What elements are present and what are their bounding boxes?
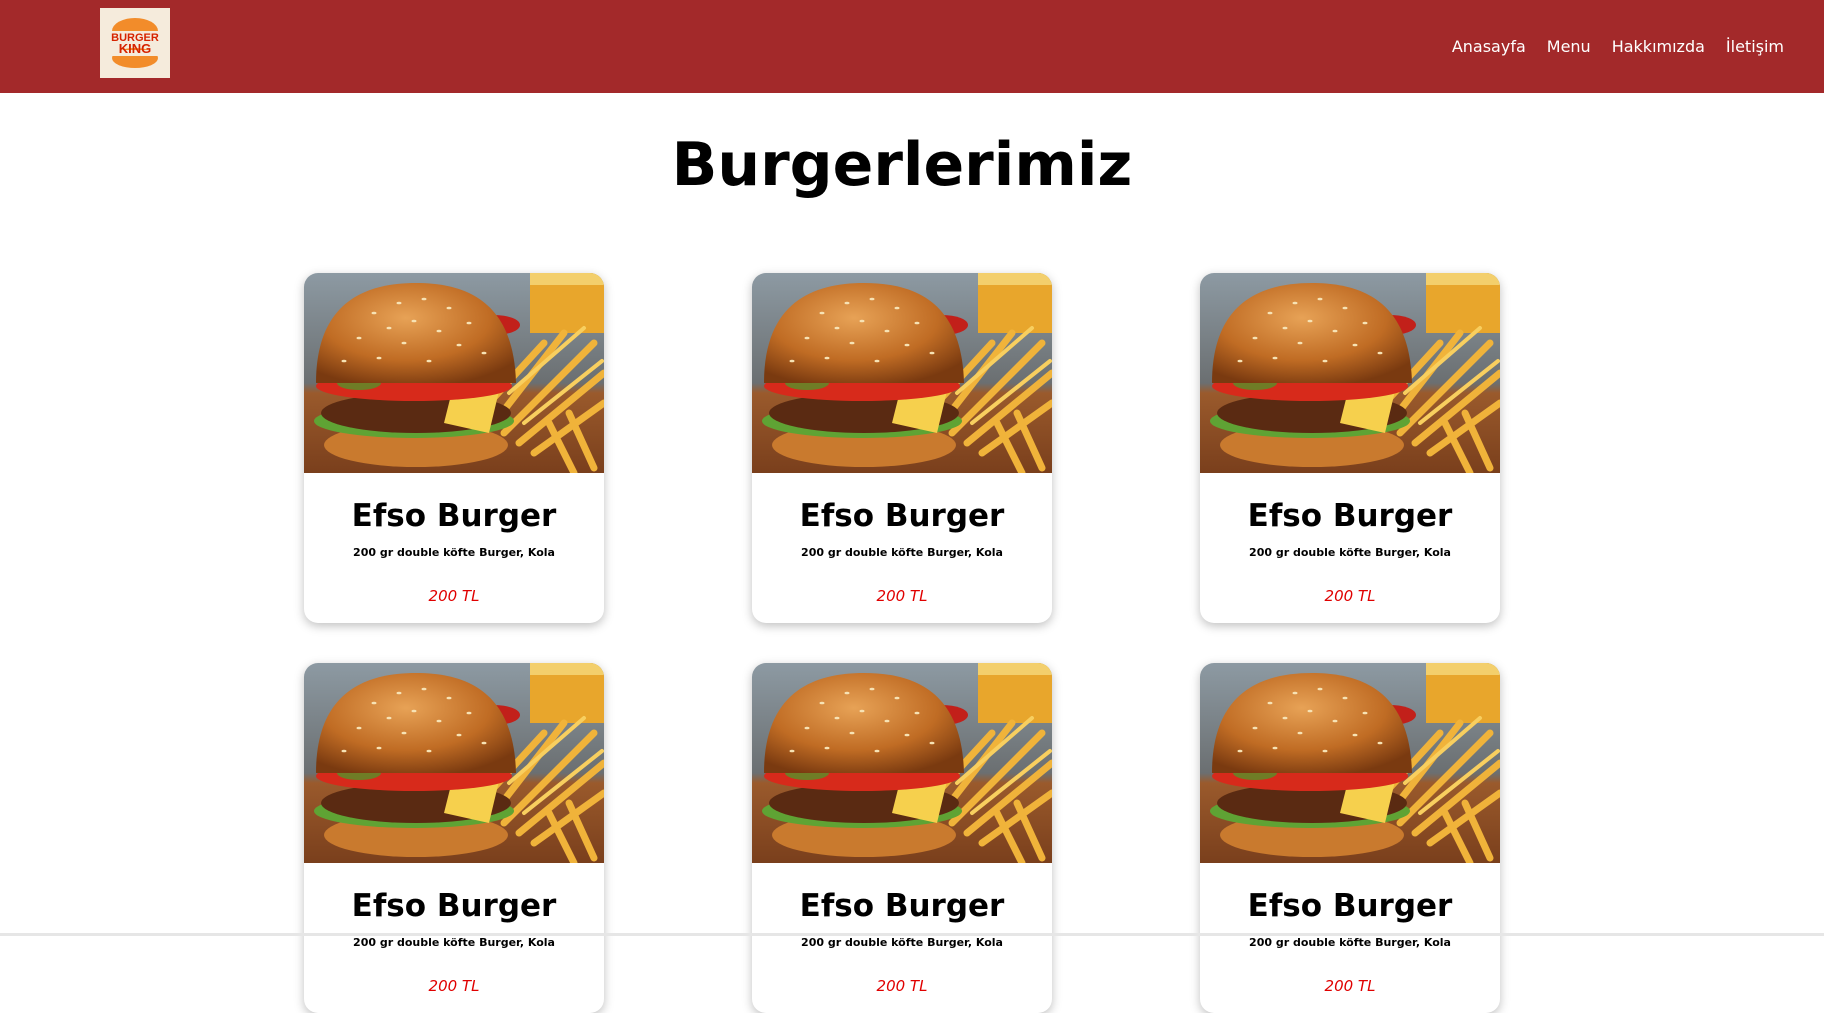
product-name: Efso Burger xyxy=(351,888,557,924)
logo-line2: KING xyxy=(119,41,152,56)
nav-item-anasayfa[interactable]: Anasayfa xyxy=(1452,37,1526,56)
nav-item-menu[interactable]: Menu xyxy=(1547,37,1591,56)
main-nav: Anasayfa Menu Hakkımızda İletişim xyxy=(1452,0,1784,93)
product-card[interactable]: Efso Burger 200 gr double köfte Burger, … xyxy=(304,273,604,623)
product-description: 200 gr double köfte Burger, Kola xyxy=(353,936,555,949)
product-card[interactable]: Efso Burger 200 gr double köfte Burger, … xyxy=(304,663,604,1013)
burger-king-logo[interactable]: BURGER KING xyxy=(100,8,170,78)
product-grid: Efso Burger 200 gr double köfte Burger, … xyxy=(304,273,1500,1013)
product-price: 200 TL xyxy=(428,977,480,995)
product-name: Efso Burger xyxy=(351,498,557,534)
product-card[interactable]: Efso Burger 200 gr double köfte Burger, … xyxy=(1200,273,1500,623)
burger-image xyxy=(304,663,604,863)
product-name: Efso Burger xyxy=(799,498,1005,534)
burger-image xyxy=(1200,273,1500,473)
product-card[interactable]: Efso Burger 200 gr double köfte Burger, … xyxy=(752,273,1052,623)
product-price: 200 TL xyxy=(876,977,928,995)
product-price: 200 TL xyxy=(1324,587,1376,605)
burger-image xyxy=(752,273,1052,473)
product-description: 200 gr double köfte Burger, Kola xyxy=(1249,546,1451,559)
product-name: Efso Burger xyxy=(799,888,1005,924)
logo-icon: BURGER KING xyxy=(111,18,159,68)
page-title: Burgerlerimiz xyxy=(671,130,1133,200)
product-description: 200 gr double köfte Burger, Kola xyxy=(353,546,555,559)
nav-item-iletisim[interactable]: İletişim xyxy=(1726,37,1784,56)
product-price: 200 TL xyxy=(428,587,480,605)
product-description: 200 gr double köfte Burger, Kola xyxy=(1249,936,1451,949)
product-name: Efso Burger xyxy=(1247,888,1453,924)
burger-image xyxy=(304,273,604,473)
product-description: 200 gr double köfte Burger, Kola xyxy=(801,546,1003,559)
product-description: 200 gr double köfte Burger, Kola xyxy=(801,936,1003,949)
header-bar: BURGER KING Anasayfa Menu Hakkımızda İle… xyxy=(0,0,1824,93)
nav-item-hakkimizda[interactable]: Hakkımızda xyxy=(1612,37,1705,56)
product-card[interactable]: Efso Burger 200 gr double köfte Burger, … xyxy=(1200,663,1500,1013)
product-card[interactable]: Efso Burger 200 gr double köfte Burger, … xyxy=(752,663,1052,1013)
product-price: 200 TL xyxy=(876,587,928,605)
burger-image xyxy=(752,663,1052,863)
burger-image xyxy=(1200,663,1500,863)
product-price: 200 TL xyxy=(1324,977,1376,995)
product-name: Efso Burger xyxy=(1247,498,1453,534)
